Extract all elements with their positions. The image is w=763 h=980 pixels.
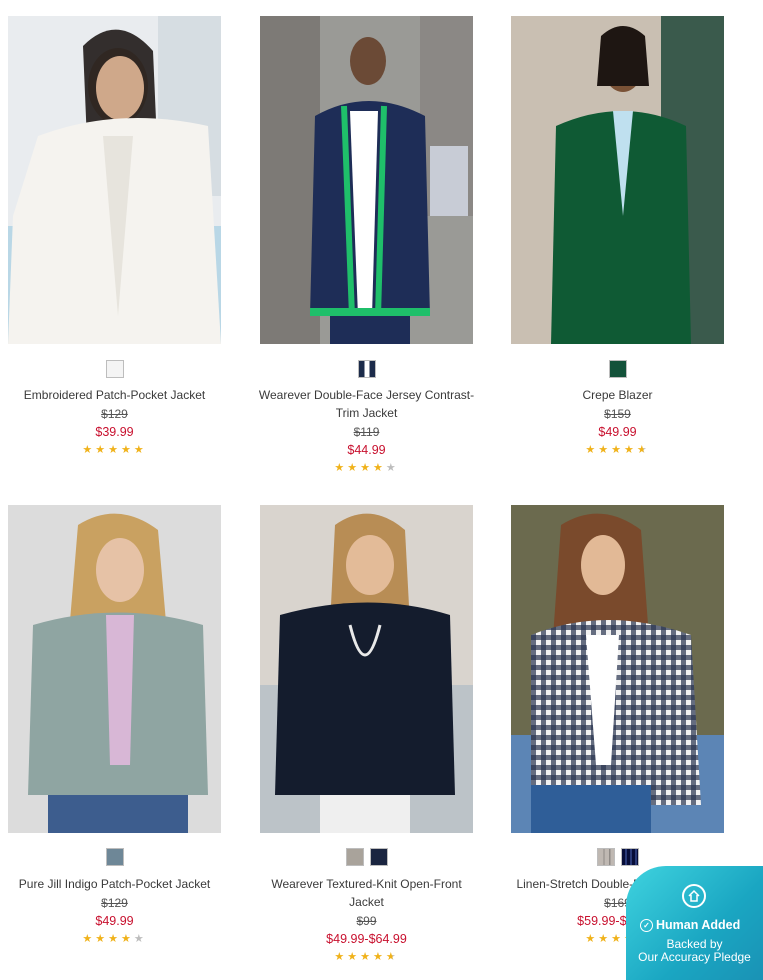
color-swatch[interactable]	[357, 360, 376, 378]
original-price: $99	[356, 914, 377, 928]
accuracy-pledge-badge[interactable]: ✓ Human Added Backed by Our Accuracy Pledg…	[626, 866, 763, 980]
product-image[interactable]	[260, 16, 473, 344]
color-swatch[interactable]	[620, 848, 639, 866]
star-icon: ★	[611, 444, 624, 456]
star-icon: ★	[133, 444, 147, 456]
star-icon: ★	[636, 444, 650, 456]
rating-stars: ★★★★★	[511, 444, 724, 456]
star-icon: ★	[585, 444, 599, 456]
badge-subtitle: Backed by Our Accuracy Pledge	[638, 937, 751, 964]
rating-stars: ★★★★★	[8, 444, 221, 456]
rating-stars: ★★★★★	[260, 951, 473, 963]
badge-title: ✓ Human Added	[640, 918, 740, 932]
star-icon: ★	[360, 462, 373, 474]
star-icon: ★	[372, 462, 386, 474]
star-icon: ★	[598, 444, 612, 456]
original-price: $159	[604, 407, 631, 421]
color-swatches	[8, 360, 221, 378]
star-icon: ★	[347, 951, 361, 963]
home-icon	[682, 884, 706, 908]
star-icon: ★	[598, 933, 612, 945]
color-swatch[interactable]	[345, 848, 364, 866]
product-name[interactable]: Wearever Textured-Knit Open-Front Jacket	[246, 875, 487, 911]
original-price: $129	[101, 407, 128, 421]
color-swatch[interactable]	[596, 848, 615, 866]
sale-price: $39.99	[95, 425, 134, 439]
star-icon: ★	[108, 444, 121, 456]
color-swatch[interactable]	[608, 360, 627, 378]
star-icon: ★	[95, 444, 109, 456]
product-image[interactable]	[8, 505, 221, 833]
original-price: $119	[353, 425, 380, 439]
star-icon: ★	[347, 462, 361, 474]
product-image[interactable]	[260, 505, 473, 833]
product-name[interactable]: Pure Jill Indigo Patch-Pocket Jacket	[0, 875, 235, 893]
star-icon: ★	[334, 951, 348, 963]
rating-stars: ★★★★★	[260, 462, 473, 474]
color-swatches	[511, 848, 724, 866]
star-icon: ★	[585, 933, 599, 945]
product-image[interactable]	[8, 16, 221, 344]
product-image[interactable]	[511, 16, 724, 344]
star-icon: ★	[385, 462, 399, 474]
product-name[interactable]: Crepe Blazer	[497, 386, 738, 404]
star-icon: ★	[82, 444, 96, 456]
star-icon: ★	[95, 933, 109, 945]
star-icon: ★	[385, 951, 399, 963]
color-swatches	[8, 848, 221, 866]
product-image[interactable]	[511, 505, 724, 833]
star-icon: ★	[334, 462, 348, 474]
sale-price: $49.99	[95, 914, 134, 928]
color-swatch[interactable]	[105, 360, 124, 378]
sale-price: $49.99-$64.99	[326, 932, 407, 946]
star-icon: ★	[372, 951, 386, 963]
product-name[interactable]: Wearever Double-Face Jersey Contrast- Tri…	[246, 386, 487, 422]
check-icon: ✓	[640, 919, 653, 932]
star-icon: ★	[120, 444, 134, 456]
sale-price: $49.99	[598, 425, 637, 439]
star-icon: ★	[360, 951, 373, 963]
original-price: $129	[101, 896, 128, 910]
color-swatches	[511, 360, 724, 378]
rating-stars: ★★★★★	[8, 933, 221, 945]
star-icon: ★	[82, 933, 96, 945]
star-icon: ★	[611, 933, 624, 945]
product-name[interactable]: Embroidered Patch-Pocket Jacket	[0, 386, 235, 404]
color-swatches	[260, 360, 473, 378]
color-swatch[interactable]	[369, 848, 388, 866]
sale-price: $44.99	[347, 443, 386, 457]
star-icon: ★	[623, 444, 637, 456]
color-swatch[interactable]	[105, 848, 124, 866]
star-icon: ★	[120, 933, 134, 945]
star-icon: ★	[133, 933, 147, 945]
star-icon: ★	[108, 933, 121, 945]
color-swatches	[260, 848, 473, 866]
